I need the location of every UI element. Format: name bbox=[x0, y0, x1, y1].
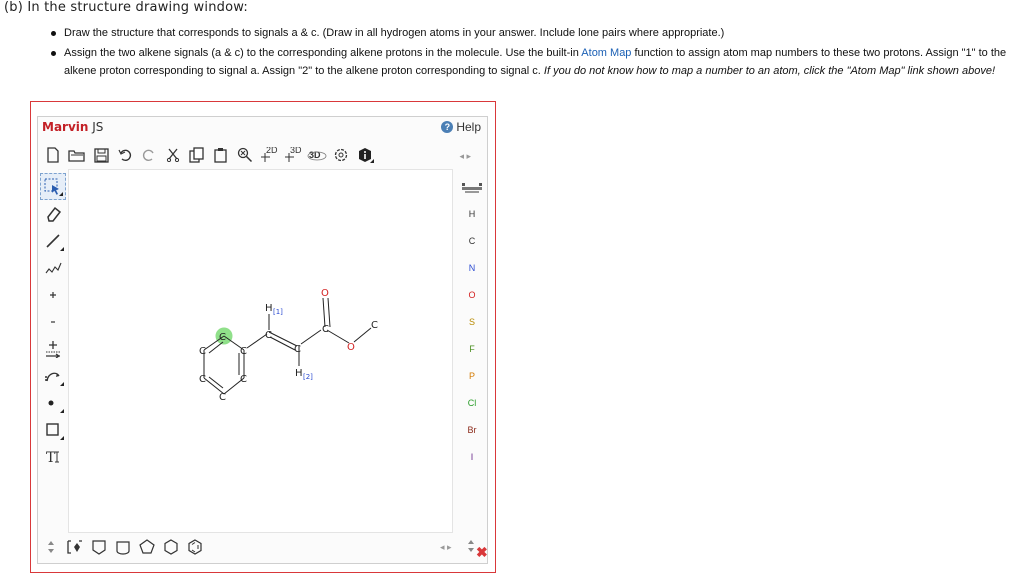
label-3d: 3D bbox=[290, 147, 302, 155]
save-icon[interactable] bbox=[90, 144, 112, 166]
marvin-editor: Marvin JS ? Help 2D 3D 3D ◂ ▸ T C C C C … bbox=[37, 116, 488, 564]
instruction-text-2a: Assign the two alkene signals (a & c) to… bbox=[64, 47, 582, 59]
text-tool-icon[interactable]: T bbox=[40, 443, 66, 470]
answer-frame: Marvin JS ? Help 2D 3D 3D ◂ ▸ T C C C C … bbox=[30, 101, 496, 573]
ring-atom-2: C bbox=[199, 346, 206, 357]
element-i[interactable]: I bbox=[459, 443, 485, 470]
brand-suffix: JS bbox=[88, 120, 104, 134]
top-toolbar-scroll-arrows[interactable]: ◂ ▸ bbox=[459, 151, 471, 162]
element-f[interactable]: F bbox=[459, 335, 485, 362]
instruction-item-2: Assign the two alkene signals (a & c) to… bbox=[44, 44, 1014, 80]
instruction-text-1: Draw the structure that corresponds to s… bbox=[64, 27, 725, 39]
undo-icon[interactable] bbox=[114, 144, 136, 166]
ring-atom-1: C bbox=[219, 332, 226, 343]
element-c[interactable]: C bbox=[459, 227, 485, 254]
help-button[interactable]: ? Help bbox=[441, 120, 481, 134]
paste-icon[interactable] bbox=[210, 144, 232, 166]
cyclohexane-template-icon[interactable] bbox=[162, 538, 180, 556]
ring-atom-5: C bbox=[240, 374, 247, 385]
element-s[interactable]: S bbox=[459, 308, 485, 335]
clean-3d-icon[interactable]: 3D bbox=[282, 144, 304, 166]
eraser-icon[interactable] bbox=[40, 200, 66, 227]
periodic-table-icon[interactable] bbox=[459, 173, 485, 200]
settings-gear-icon[interactable] bbox=[330, 144, 352, 166]
help-icon: ? bbox=[441, 121, 454, 133]
clean-2d-icon[interactable]: 2D bbox=[258, 144, 280, 166]
rectangle-shape-icon[interactable] bbox=[40, 416, 66, 443]
copy-icon[interactable] bbox=[186, 144, 208, 166]
selection-tool-icon[interactable] bbox=[40, 173, 66, 200]
negative-charge-icon[interactable] bbox=[40, 308, 66, 335]
benzene-template-icon[interactable] bbox=[186, 538, 204, 556]
hydrogen-2-map: [2] bbox=[303, 373, 313, 381]
reaction-arrow-icon[interactable] bbox=[40, 335, 66, 362]
instruction-item-1: Draw the structure that corresponds to s… bbox=[44, 24, 1014, 42]
alkene-carbon-1: C bbox=[265, 330, 272, 341]
question-heading: (b) In the structure drawing window: bbox=[4, 0, 248, 15]
element-br[interactable]: Br bbox=[459, 416, 485, 443]
atom-map-link[interactable]: Atom Map bbox=[581, 47, 631, 59]
chain-icon[interactable] bbox=[40, 254, 66, 281]
element-scroll-arrows[interactable] bbox=[466, 539, 476, 555]
cyclobutane-template-icon[interactable] bbox=[114, 538, 132, 556]
bottom-toolbar bbox=[42, 538, 204, 556]
label-2d: 2D bbox=[266, 147, 278, 155]
open-file-icon[interactable] bbox=[66, 144, 88, 166]
hydrogen-1: H bbox=[265, 303, 273, 314]
top-toolbar: 2D 3D 3D bbox=[42, 144, 376, 166]
lone-pair-dot-icon[interactable] bbox=[40, 389, 66, 416]
benzene-ring bbox=[203, 335, 245, 395]
ring-atom-6: C bbox=[240, 346, 247, 357]
electron-flow-arrow-icon[interactable] bbox=[40, 362, 66, 389]
positive-charge-icon[interactable] bbox=[40, 281, 66, 308]
single-bond-icon[interactable] bbox=[40, 227, 66, 254]
cyclopentane-template-icon[interactable] bbox=[138, 538, 156, 556]
methyl-carbon: C bbox=[371, 320, 378, 331]
instruction-list: Draw the structure that corresponds to s… bbox=[44, 24, 1014, 82]
cyclopropane-template-icon[interactable] bbox=[90, 538, 108, 556]
cut-icon[interactable] bbox=[162, 144, 184, 166]
element-cl[interactable]: Cl bbox=[459, 389, 485, 416]
element-o[interactable]: O bbox=[459, 281, 485, 308]
3d-view-icon[interactable]: 3D bbox=[306, 144, 328, 166]
help-label: Help bbox=[456, 120, 481, 134]
marvin-logo: Marvin JS bbox=[42, 120, 103, 134]
close-icon[interactable]: ✖ bbox=[476, 544, 488, 561]
element-p[interactable]: P bbox=[459, 362, 485, 389]
element-n[interactable]: N bbox=[459, 254, 485, 281]
drawing-canvas[interactable]: C C C C C C C C C O O C H [1] H [2] bbox=[68, 169, 453, 533]
hydrogen-1-map: [1] bbox=[273, 308, 283, 316]
ring-atom-3: C bbox=[199, 374, 206, 385]
element-toolbar: H C N O S F P Cl Br I bbox=[459, 173, 485, 470]
brand-name: Marvin bbox=[42, 120, 89, 134]
zoom-icon[interactable] bbox=[234, 144, 256, 166]
ester-oxygen: O bbox=[347, 342, 355, 353]
scroll-up-down-icon[interactable] bbox=[42, 538, 60, 556]
new-document-icon[interactable] bbox=[42, 144, 64, 166]
alkene-carbon-2: C bbox=[294, 344, 301, 355]
ring-atom-4: C bbox=[219, 392, 226, 403]
instruction-text-2c: If you do not know how to map a number t… bbox=[543, 65, 996, 77]
element-h[interactable]: H bbox=[459, 200, 485, 227]
hydrogen-2: H bbox=[295, 368, 303, 379]
carbonyl-oxygen: O bbox=[321, 288, 329, 299]
bottom-toolbar-scroll-arrows[interactable]: ◂ ▸ bbox=[440, 542, 452, 553]
redo-icon[interactable] bbox=[138, 144, 160, 166]
carbonyl-carbon: C bbox=[322, 324, 329, 335]
left-toolbar: T bbox=[40, 173, 66, 470]
template-library-icon[interactable] bbox=[66, 538, 84, 556]
svg-text:T: T bbox=[46, 450, 56, 466]
